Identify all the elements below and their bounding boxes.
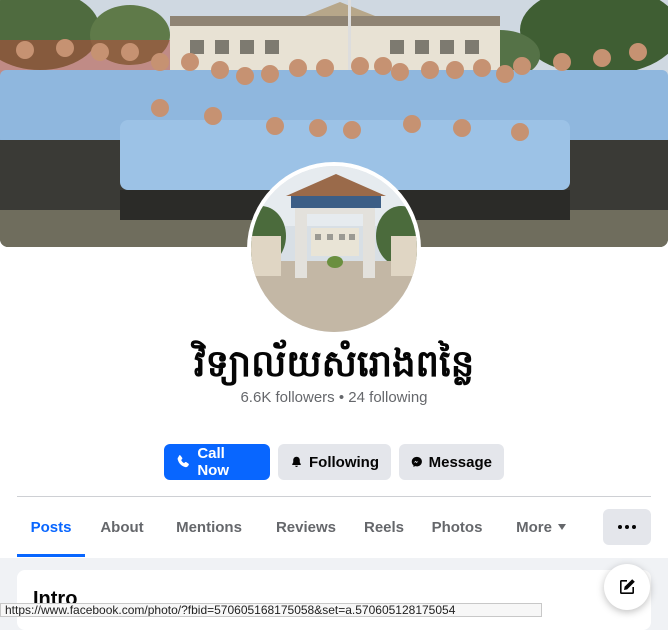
tab-photos-label: Photos bbox=[431, 518, 483, 536]
tab-more-label: More bbox=[516, 518, 552, 536]
following-label: Following bbox=[309, 453, 379, 471]
compose-icon bbox=[620, 579, 635, 594]
tab-photos[interactable]: Photos bbox=[415, 497, 499, 557]
tab-mentions[interactable]: Mentions bbox=[159, 497, 259, 557]
stats-separator: • bbox=[338, 389, 345, 406]
message-button[interactable]: Message bbox=[399, 444, 504, 480]
tab-reviews-label: Reviews bbox=[275, 518, 337, 536]
phone-icon bbox=[177, 455, 189, 468]
tab-reels-label: Reels bbox=[363, 518, 405, 536]
tab-about-label: About bbox=[100, 518, 144, 536]
tab-more[interactable]: More bbox=[499, 497, 583, 557]
follow-stats: 6.6K followers • 24 following bbox=[0, 388, 668, 408]
tab-mentions-label: Mentions bbox=[176, 518, 242, 536]
tab-about[interactable]: About bbox=[85, 497, 159, 557]
messenger-icon bbox=[411, 456, 422, 468]
bell-icon bbox=[292, 456, 301, 467]
message-label: Message bbox=[428, 453, 492, 471]
profile-tabs: Posts About Mentions Reviews Reels Photo… bbox=[17, 497, 583, 557]
tab-reels[interactable]: Reels bbox=[353, 497, 415, 557]
page-header: វិទ្យាល័យសំរោងពន្លៃ 6.6K followers • 24 … bbox=[0, 0, 668, 558]
profile-picture[interactable] bbox=[247, 162, 421, 336]
browser-status-bar: https://www.facebook.com/photo/?fbid=570… bbox=[0, 603, 542, 617]
intro-card: Intro bbox=[17, 570, 651, 630]
tab-posts[interactable]: Posts bbox=[17, 497, 85, 557]
status-url: https://www.facebook.com/photo/?fbid=570… bbox=[5, 603, 456, 617]
followers-link[interactable]: 6.6K followers bbox=[240, 389, 334, 406]
tab-posts-label: Posts bbox=[30, 518, 72, 536]
caret-down-icon bbox=[557, 524, 566, 530]
more-options-button[interactable] bbox=[603, 509, 651, 545]
tab-reviews[interactable]: Reviews bbox=[259, 497, 353, 557]
following-link[interactable]: 24 following bbox=[348, 389, 427, 406]
more-dots-icon bbox=[617, 525, 638, 529]
new-message-button[interactable] bbox=[604, 564, 650, 610]
action-buttons: Call Now Following Message bbox=[164, 444, 504, 480]
following-button[interactable]: Following bbox=[278, 444, 391, 480]
call-now-label: Call Now bbox=[197, 445, 229, 479]
page-title: វិទ្យាល័យសំរោងពន្លៃ bbox=[193, 342, 475, 385]
call-now-button[interactable]: Call Now bbox=[164, 444, 270, 480]
school-gate-image bbox=[251, 166, 417, 332]
